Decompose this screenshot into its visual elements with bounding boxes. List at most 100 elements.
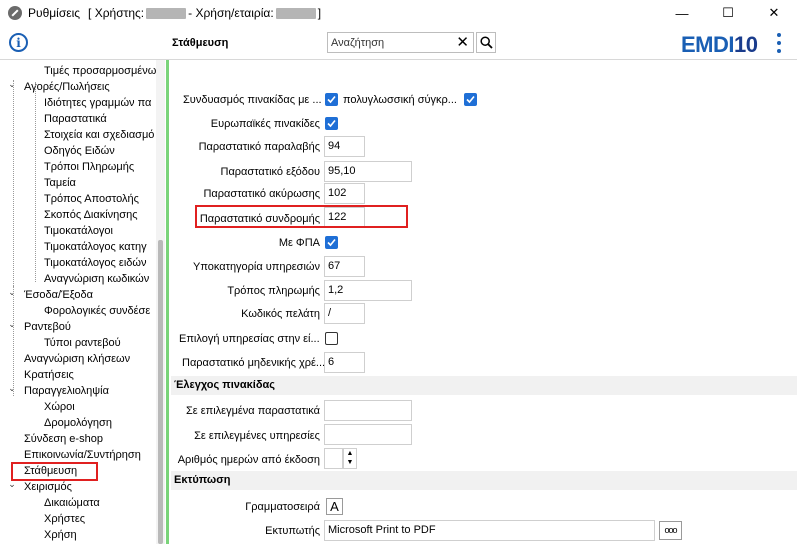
selected-docs-label: Σε επιλεγμένα παραστατικά: [185, 405, 320, 417]
sidebar-item[interactable]: Τιμοκατάλογος ειδών: [44, 255, 146, 271]
search-input[interactable]: [328, 33, 448, 52]
plate-combo-checkbox[interactable]: [325, 93, 338, 106]
redacted-user: [146, 7, 187, 19]
receipt-doc-label: Παραστατικό παραλαβής: [198, 141, 320, 153]
european-plates-checkbox[interactable]: [325, 117, 338, 130]
sidebar-item[interactable]: Έσοδα/Έξοδα: [24, 287, 93, 303]
spin-up-icon[interactable]: ▲: [344, 449, 356, 458]
payment-method-label: Τρόπος πληρωμής: [227, 285, 320, 297]
service-subcat-field[interactable]: 67: [324, 256, 365, 277]
exit-doc-label: Παραστατικό εξόδου: [220, 166, 321, 178]
sidebar-item[interactable]: Αναγνώριση κωδικών: [44, 271, 149, 287]
logo-number: 10: [734, 32, 758, 57]
sidebar-item[interactable]: Τιμοκατάλογος κατηγ: [44, 239, 147, 255]
sidebar-item[interactable]: Οδηγός Ειδών: [44, 143, 115, 159]
tree-guide-line: [13, 80, 14, 304]
printer-browse-button[interactable]: ooo: [659, 521, 682, 540]
plate-check-section-header: Έλεγχος πινακίδας: [171, 376, 797, 395]
spin-down-icon[interactable]: ▼: [344, 458, 356, 467]
subscription-highlight-box: [195, 205, 408, 228]
tree-guide-line: [35, 82, 36, 282]
sidebar-item[interactable]: Χώροι: [44, 399, 75, 415]
receipt-doc-field[interactable]: 94: [324, 136, 365, 157]
maximize-button[interactable]: ☐: [705, 0, 751, 26]
sidebar-item[interactable]: Τύποι ραντεβού: [44, 335, 121, 351]
selected-docs-field[interactable]: [324, 400, 412, 421]
sidebar-scrollbar[interactable]: [156, 60, 165, 544]
expand-toggle-icon[interactable]: ⌄: [7, 319, 17, 335]
info-glyph: i: [16, 35, 21, 50]
sidebar-item[interactable]: Κρατήσεις: [24, 367, 74, 383]
check-icon: [466, 95, 475, 104]
scrollbar-thumb[interactable]: [158, 240, 163, 544]
expand-toggle-icon[interactable]: ⌄: [7, 287, 17, 303]
maximize-icon: ☐: [722, 5, 734, 20]
service-subcat-label: Υποκατηγορία υπηρεσιών: [192, 261, 320, 273]
emdi-logo: EMDI10: [681, 32, 758, 58]
clear-search-icon[interactable]: ✕: [456, 34, 469, 51]
search-box: ✕: [327, 32, 474, 53]
multilingual-checkbox[interactable]: [464, 93, 477, 106]
sidebar-item[interactable]: Ιδιότητες γραμμών πα: [44, 95, 151, 111]
sidebar-item[interactable]: Χρήστες: [44, 511, 85, 527]
vat-label: Με ΦΠΑ: [278, 237, 320, 249]
expand-toggle-icon[interactable]: ⌄: [7, 479, 17, 495]
close-icon: ✕: [768, 5, 780, 20]
sidebar-item[interactable]: Φορολογικές συνδέσε: [44, 303, 150, 319]
page-title: Στάθμευση: [172, 37, 229, 49]
payment-method-field[interactable]: 1,2: [324, 280, 412, 301]
zero-doc-label: Παραστατικό μηδενικής χρέ...: [182, 357, 326, 369]
sidebar-item[interactable]: Παραστατικά: [44, 111, 107, 127]
title-prefix: Ρυθμίσεις: [28, 6, 81, 20]
pane-divider[interactable]: [166, 60, 169, 544]
sidebar-item[interactable]: Αναγνώριση κλήσεων: [24, 351, 130, 367]
printer-field[interactable]: Microsoft Print to PDF: [324, 520, 655, 541]
search-button[interactable]: [476, 32, 496, 53]
title-suffix: ]: [317, 6, 322, 20]
days-from-issue-field[interactable]: [324, 448, 343, 469]
sidebar-item[interactable]: Σύνδεση e-shop: [24, 431, 103, 447]
sidebar-item[interactable]: Τιμοκατάλογοι: [44, 223, 113, 239]
sidebar-item[interactable]: Παραγγελιοληψία: [24, 383, 109, 399]
days-spinner[interactable]: ▲ ▼: [343, 448, 357, 469]
printer-label: Εκτυπωτής: [265, 525, 320, 537]
expand-toggle-icon[interactable]: ⌄: [7, 383, 17, 399]
selected-services-field[interactable]: [324, 424, 412, 445]
service-select-label: Επιλογή υπηρεσίας στην εί...: [179, 333, 320, 345]
sidebar-item[interactable]: Ραντεβού: [24, 319, 71, 335]
sidebar-item[interactable]: Χειρισμός: [24, 479, 72, 495]
sidebar-highlight-box: [11, 462, 98, 481]
sidebar-item[interactable]: Χρήση: [44, 527, 77, 543]
vat-checkbox[interactable]: [325, 236, 338, 249]
sidebar-item[interactable]: Σκοπός Διακίνησης: [44, 207, 138, 223]
customer-code-label: Κωδικός πελάτη: [241, 308, 320, 320]
european-plates-label: Ευρωπαϊκές πινακίδες: [210, 118, 320, 130]
zero-doc-field[interactable]: 6: [324, 352, 365, 373]
days-from-issue-label: Αριθμός ημερών από έκδοση: [177, 454, 320, 466]
plate-combo-label: Συνδυασμός πινακίδας με ...: [183, 94, 322, 106]
sidebar-item[interactable]: Δρομολόγηση: [44, 415, 112, 431]
sidebar-item[interactable]: Επικοινωνία/Συντήρηση: [24, 447, 141, 463]
cancel-doc-field[interactable]: 102: [324, 183, 365, 204]
sidebar-item[interactable]: Αγορές/Πωλήσεις: [24, 79, 110, 95]
window-title: Ρυθμίσεις [ Χρήστης: - Χρήση/εταιρία: ]: [28, 6, 321, 20]
customer-code-field[interactable]: /: [324, 303, 365, 324]
more-menu-icon[interactable]: [776, 33, 782, 53]
minimize-button[interactable]: —: [659, 0, 705, 26]
service-select-checkbox[interactable]: [325, 332, 338, 345]
sidebar-item[interactable]: Τιμές προσαρμοσμένω: [44, 63, 156, 79]
font-button[interactable]: A: [326, 498, 343, 515]
title-bar: Ρυθμίσεις [ Χρήστης: - Χρήση/εταιρία: ] …: [0, 0, 797, 26]
minimize-icon: —: [675, 5, 689, 21]
tree-guide-line: [13, 286, 14, 396]
sidebar-item[interactable]: Δικαιώματα: [44, 495, 100, 511]
info-icon[interactable]: i: [9, 33, 28, 52]
cancel-doc-label: Παραστατικό ακύρωσης: [203, 188, 320, 200]
sidebar-item[interactable]: Στοιχεία και σχεδιασμό: [44, 127, 154, 143]
sidebar-item[interactable]: Ταμεία: [44, 175, 76, 191]
sidebar-item[interactable]: Τρόπος Αποστολής: [44, 191, 139, 207]
sidebar-item[interactable]: Τρόποι Πληρωμής: [44, 159, 134, 175]
close-button[interactable]: ✕: [751, 0, 797, 26]
expand-toggle-icon[interactable]: ⌄: [7, 79, 17, 95]
exit-doc-field[interactable]: 95,10: [324, 161, 412, 182]
